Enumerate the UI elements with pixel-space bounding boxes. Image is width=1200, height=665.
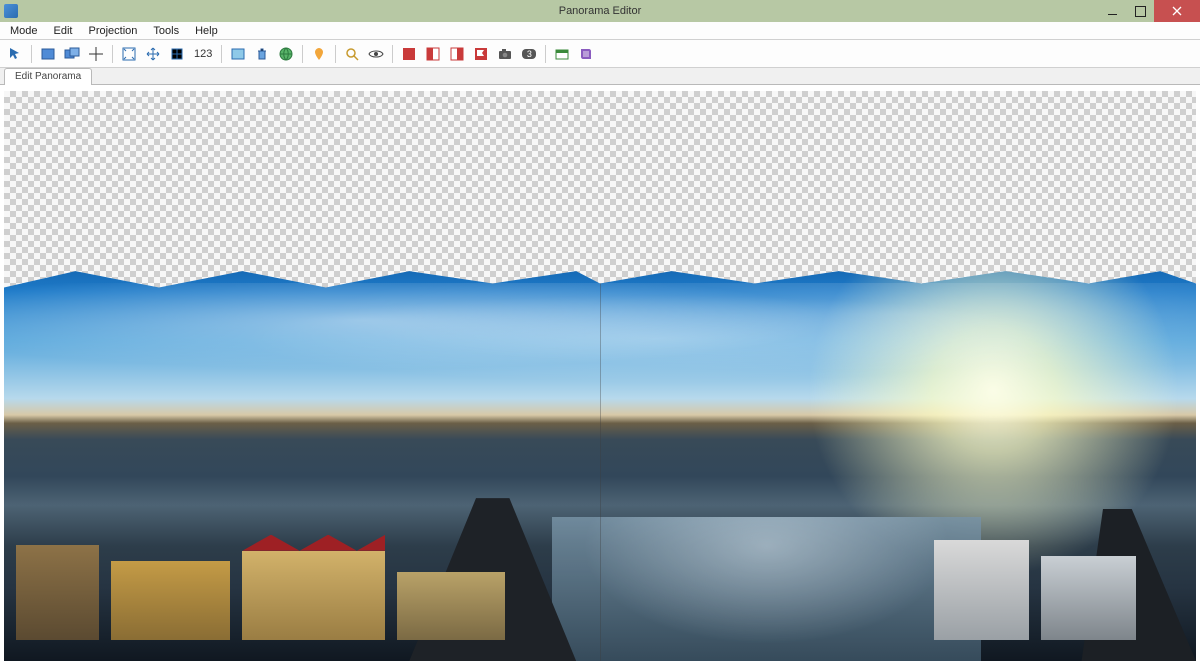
book-icon <box>578 46 594 62</box>
mask-square-icon <box>401 46 417 62</box>
marker-button[interactable] <box>308 43 330 65</box>
building-block <box>111 561 230 640</box>
export-button[interactable] <box>551 43 573 65</box>
window-title: Panorama Editor <box>559 5 642 17</box>
globe-icon <box>278 46 294 62</box>
fit-button[interactable] <box>118 43 140 65</box>
window-controls <box>1098 0 1200 22</box>
zoom-button[interactable] <box>341 43 363 65</box>
maximize-button[interactable] <box>1126 0 1154 22</box>
export-icon <box>554 46 570 62</box>
camera-button[interactable] <box>494 43 516 65</box>
eye-icon <box>368 46 384 62</box>
center-button[interactable] <box>85 43 107 65</box>
toolbar-separator <box>221 45 222 63</box>
move-icon <box>145 46 161 62</box>
toolbar: 123 3 <box>0 40 1200 68</box>
magnifier-icon <box>344 46 360 62</box>
globe-button[interactable] <box>275 43 297 65</box>
select-tool-button[interactable] <box>4 43 26 65</box>
transparency-checkerboard[interactable] <box>4 91 1196 661</box>
panel-button[interactable] <box>227 43 249 65</box>
mask-left-icon <box>425 46 441 62</box>
menu-bar: Mode Edit Projection Tools Help <box>0 22 1200 40</box>
building-block <box>397 572 504 640</box>
snow-ground <box>552 517 981 661</box>
pin-icon <box>311 46 327 62</box>
single-image-button[interactable] <box>37 43 59 65</box>
menu-tools[interactable]: Tools <box>145 23 187 39</box>
mask-right-icon <box>449 46 465 62</box>
fit-icon <box>121 46 137 62</box>
title-bar: Panorama Editor <box>0 0 1200 22</box>
app-icon <box>4 4 18 18</box>
camera-icon <box>497 46 513 62</box>
badge-label: 3 <box>527 49 532 59</box>
building-block <box>16 545 99 640</box>
menu-edit[interactable]: Edit <box>46 23 81 39</box>
grid-button[interactable] <box>166 43 188 65</box>
minimize-button[interactable] <box>1098 0 1126 22</box>
building-block <box>934 540 1029 640</box>
mask-flag-button[interactable] <box>470 43 492 65</box>
preview-button[interactable] <box>365 43 387 65</box>
numeric-display[interactable]: 123 <box>190 48 216 60</box>
toolbar-separator <box>335 45 336 63</box>
move-button[interactable] <box>142 43 164 65</box>
building-block <box>242 551 385 640</box>
menu-help[interactable]: Help <box>187 23 226 39</box>
images-icon <box>64 46 80 62</box>
tab-strip: Edit Panorama <box>0 68 1200 85</box>
crosshair-icon <box>88 46 104 62</box>
delete-button[interactable] <box>251 43 273 65</box>
building-block <box>1041 556 1136 640</box>
grid-icon <box>169 46 185 62</box>
cursor-icon <box>7 46 23 62</box>
toolbar-separator <box>545 45 546 63</box>
toolbar-separator <box>112 45 113 63</box>
image-icon <box>40 46 56 62</box>
editor-canvas-wrap <box>0 85 1200 665</box>
mask-red-button[interactable] <box>398 43 420 65</box>
help-button[interactable] <box>575 43 597 65</box>
toolbar-separator <box>302 45 303 63</box>
mask-right-button[interactable] <box>446 43 468 65</box>
mask-left-button[interactable] <box>422 43 444 65</box>
menu-mode[interactable]: Mode <box>2 23 46 39</box>
multi-image-button[interactable] <box>61 43 83 65</box>
menu-projection[interactable]: Projection <box>81 23 146 39</box>
panel-icon <box>230 46 246 62</box>
badge-button[interactable]: 3 <box>518 43 540 65</box>
panorama-foreground <box>4 398 1196 661</box>
tab-edit-panorama[interactable]: Edit Panorama <box>4 68 92 86</box>
flag-icon <box>473 46 489 62</box>
close-button[interactable] <box>1154 0 1200 22</box>
toolbar-separator <box>392 45 393 63</box>
trash-icon <box>254 46 270 62</box>
panorama-image[interactable] <box>4 251 1196 661</box>
toolbar-separator <box>31 45 32 63</box>
